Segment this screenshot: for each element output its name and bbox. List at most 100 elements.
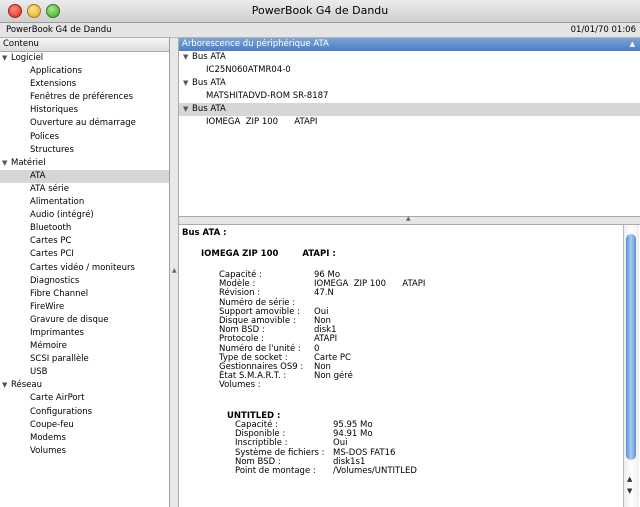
property-value: Non géré xyxy=(314,371,353,382)
sidebar-item-label: Applications xyxy=(30,66,82,77)
disclosure-triangle-icon[interactable]: ▼ xyxy=(2,52,11,65)
tree-header[interactable]: Arborescence du périphérique ATA ▲ xyxy=(179,38,640,51)
detail-scrollbar[interactable]: ▲ ▼ xyxy=(623,225,639,507)
sidebar-item-label: Imprimantes xyxy=(30,327,84,338)
tree-row-label: Bus ATA xyxy=(192,104,226,114)
sidebar-item[interactable]: Mémoire xyxy=(0,340,169,353)
sidebar-item[interactable]: Polices xyxy=(0,131,169,144)
tree-row-label: Bus ATA xyxy=(192,52,226,62)
sidebar-item[interactable]: Gravure de disque xyxy=(0,314,169,327)
splitter-handle-icon: ▲ xyxy=(406,215,411,222)
sidebar-item[interactable]: Historiques xyxy=(0,104,169,117)
sidebar-item-label: Ouverture au démarrage xyxy=(30,118,136,129)
sidebar-item[interactable]: Configurations xyxy=(0,406,169,419)
sidebar-item-label: Audio (intégré) xyxy=(30,210,94,221)
sidebar-category[interactable]: ▼ Réseau xyxy=(0,379,169,392)
sidebar-category[interactable]: ▼ Matériel xyxy=(0,157,169,170)
sidebar-category[interactable]: ▼ Logiciel xyxy=(0,52,169,65)
sidebar-item[interactable]: ATA xyxy=(0,169,169,183)
title-bar: PowerBook G4 de Dandu xyxy=(0,0,640,23)
tree-header-label: Arborescence du périphérique ATA xyxy=(182,39,329,49)
sidebar-item-label: FireWire xyxy=(30,301,65,312)
property-key: Volumes : xyxy=(219,380,261,391)
sidebar-item[interactable]: ATA série xyxy=(0,183,169,196)
sidebar-item-label: Modems xyxy=(30,432,66,443)
device-name: IOMEGA ZIP 100 xyxy=(201,249,279,259)
sidebar-item[interactable]: FireWire xyxy=(0,301,169,314)
sidebar-item[interactable]: Cartes vidéo / moniteurs xyxy=(0,262,169,275)
sidebar-item-label: Historiques xyxy=(30,105,79,116)
sidebar-item-label: Fenêtres de préférences xyxy=(30,92,134,103)
sidebar-item-label: Réseau xyxy=(11,380,43,391)
sidebar-item[interactable]: Audio (intégré) xyxy=(0,209,169,222)
tree-bus-row[interactable]: ▼ Bus ATA xyxy=(179,77,640,90)
sidebar-item[interactable]: Carte AirPort xyxy=(0,392,169,405)
volume-properties: Capacité :95.95 Mo Disponible :94.91 Mo In… xyxy=(227,420,417,476)
sidebar-item-label: Diagnostics xyxy=(30,275,80,286)
tree-device-row[interactable]: IC25N060ATMR04-0 xyxy=(179,64,640,77)
sidebar-item-label: Configurations xyxy=(30,406,93,417)
scroll-down-icon[interactable]: ▼ xyxy=(627,487,632,495)
sidebar-item[interactable]: Ouverture au démarrage xyxy=(0,117,169,130)
disclosure-triangle-icon[interactable]: ▼ xyxy=(2,379,11,392)
device-type: ATAPI : xyxy=(302,249,336,259)
sidebar-item[interactable]: Extensions xyxy=(0,78,169,91)
sidebar-item-label: ATA xyxy=(30,170,46,181)
sidebar-item[interactable]: USB xyxy=(0,366,169,379)
sidebar-item[interactable]: Diagnostics xyxy=(0,275,169,288)
tree-row-label: IC25N060ATMR04-0 xyxy=(206,65,291,75)
sort-arrow-icon[interactable]: ▲ xyxy=(630,38,635,51)
machine-name: PowerBook G4 de Dandu xyxy=(6,25,112,35)
sidebar-item[interactable]: Fibre Channel xyxy=(0,288,169,301)
tree-bus-row[interactable]: ▼ Bus ATA xyxy=(179,51,640,64)
sidebar-item[interactable]: Alimentation xyxy=(0,196,169,209)
sidebar-item[interactable]: Applications xyxy=(0,65,169,78)
detail-title: Bus ATA : xyxy=(182,228,227,238)
scroll-thumb[interactable] xyxy=(626,234,636,460)
sidebar-item[interactable]: Cartes PCI xyxy=(0,248,169,261)
horizontal-splitter[interactable]: ▲ xyxy=(179,215,640,225)
device-properties: Capacité :96 Mo Modèle : IOMEGA ZIP 100 AT… xyxy=(219,270,425,390)
property-key: Point de montage : xyxy=(235,465,316,476)
disclosure-triangle-icon[interactable]: ▼ xyxy=(2,157,11,170)
sidebar-item-label: Matériel xyxy=(11,157,46,168)
sidebar-item-label: Alimentation xyxy=(30,197,85,208)
sidebar-item[interactable]: Imprimantes xyxy=(0,327,169,340)
sidebar-item-label: Cartes PC xyxy=(30,236,72,247)
tree-row-label: Bus ATA xyxy=(192,78,226,88)
tree-device-row[interactable]: MATSHITADVD-ROM SR-8187 xyxy=(179,90,640,103)
sidebar-item[interactable]: Modems xyxy=(0,432,169,445)
sidebar-item-label: Polices xyxy=(30,131,60,142)
sidebar-item[interactable]: Structures xyxy=(0,144,169,157)
sidebar-item-label: Structures xyxy=(30,144,74,155)
sidebar-item[interactable]: Coupe-feu xyxy=(0,419,169,432)
sidebar-item-label: Fibre Channel xyxy=(30,288,89,299)
sidebar-item[interactable]: Bluetooth xyxy=(0,222,169,235)
sidebar-item-label: ATA série xyxy=(30,183,69,194)
disclosure-triangle-icon[interactable]: ▼ xyxy=(183,77,192,90)
sidebar-item-label: Gravure de disque xyxy=(30,314,109,325)
property-row: Point de montage : /Volumes/UNTITLED xyxy=(227,465,417,476)
vertical-splitter[interactable]: ▲ xyxy=(170,38,179,507)
sidebar-item[interactable]: SCSI parallèle xyxy=(0,353,169,366)
sidebar-item[interactable]: Fenêtres de préférences xyxy=(0,91,169,104)
disclosure-triangle-icon[interactable]: ▼ xyxy=(183,51,192,64)
sidebar-item[interactable]: Cartes PC xyxy=(0,235,169,248)
sidebar-item-label: SCSI parallèle xyxy=(30,354,89,365)
disclosure-triangle-icon[interactable]: ▼ xyxy=(183,103,192,116)
tree-row-label: IOMEGA ZIP 100 ATAPI xyxy=(206,117,318,127)
sidebar-item-label: Coupe-feu xyxy=(30,419,74,430)
property-row: Volumes : xyxy=(219,381,425,390)
scroll-up-icon[interactable]: ▲ xyxy=(627,475,632,483)
window-title: PowerBook G4 de Dandu xyxy=(251,4,389,17)
device-tree: Arborescence du périphérique ATA ▲ ▼ Bus … xyxy=(179,38,640,216)
tree-bus-row[interactable]: ▼ Bus ATA xyxy=(179,103,640,116)
sidebar-item[interactable]: Volumes xyxy=(0,445,169,458)
property-value: 47.N xyxy=(314,288,334,299)
tree-device-row[interactable]: IOMEGA ZIP 100 ATAPI xyxy=(179,116,640,129)
volume-section: UNTITLED : Capacité :95.95 Mo Disponible … xyxy=(227,411,417,476)
sidebar-item-label: Cartes PCI xyxy=(30,249,74,260)
sidebar-item-label: Logiciel xyxy=(11,53,44,63)
property-value: /Volumes/UNTITLED xyxy=(333,465,417,476)
sidebar-header[interactable]: Contenu xyxy=(0,38,169,52)
